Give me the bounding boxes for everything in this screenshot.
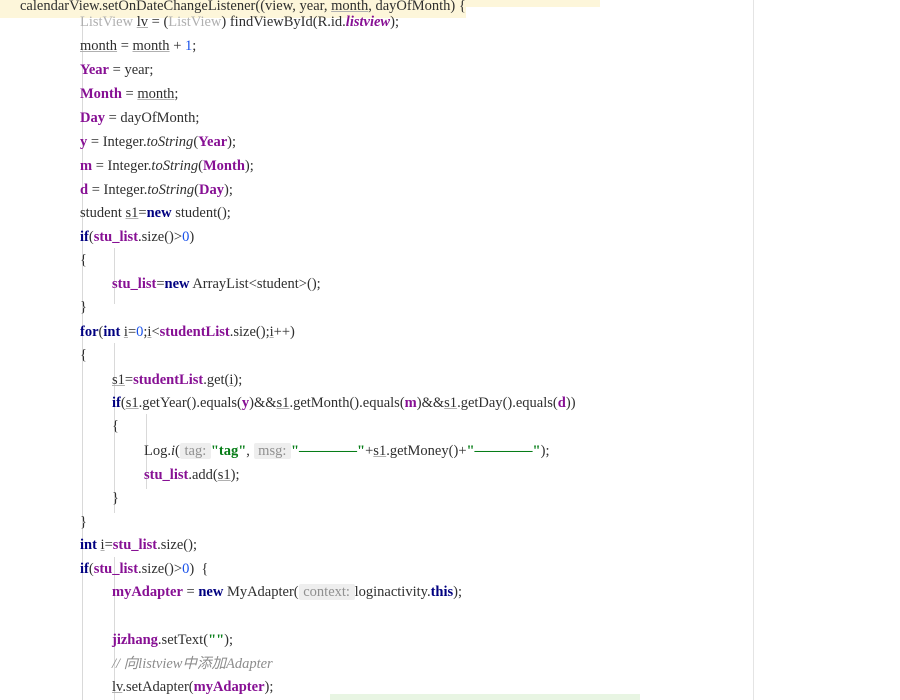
code-line[interactable]: Log.i( tag: "tag", msg: "————"+s1.getMon… bbox=[0, 439, 549, 463]
code-line[interactable] bbox=[0, 604, 112, 628]
code-line[interactable]: lv.setAdapter(myAdapter); bbox=[0, 675, 273, 699]
empty-right-pane bbox=[754, 0, 900, 700]
code-line[interactable]: { bbox=[0, 343, 87, 367]
code-line[interactable]: myAdapter = new MyAdapter( context: logi… bbox=[0, 580, 462, 604]
code-line[interactable]: { bbox=[0, 248, 87, 272]
code-line[interactable]: student s1=new student(); bbox=[0, 201, 231, 225]
code-line[interactable]: } bbox=[0, 510, 87, 534]
code-line[interactable]: m = Integer.toString(Month); bbox=[0, 154, 254, 178]
search-match-highlight bbox=[330, 694, 640, 700]
code-line[interactable]: jizhang.setText(""); bbox=[0, 628, 233, 652]
code-line[interactable]: stu_list.add(s1); bbox=[0, 463, 240, 487]
code-line[interactable]: s1=studentList.get(i); bbox=[0, 368, 242, 392]
code-line[interactable]: int i=stu_list.size(); bbox=[0, 533, 197, 557]
code-line[interactable]: } bbox=[0, 295, 87, 319]
code-line[interactable]: d = Integer.toString(Day); bbox=[0, 178, 233, 202]
code-line[interactable]: { bbox=[0, 414, 119, 438]
code-line[interactable]: month = month + 1; bbox=[0, 34, 196, 58]
code-line[interactable]: } bbox=[0, 486, 119, 510]
code-line[interactable]: if(stu_list.size()>0) bbox=[0, 225, 194, 249]
code-line[interactable]: Year = year; bbox=[0, 58, 153, 82]
code-line[interactable]: Month = month; bbox=[0, 82, 178, 106]
code-line[interactable]: if(stu_list.size()>0) { bbox=[0, 557, 208, 581]
code-line[interactable]: stu_list=new ArrayList<student>(); bbox=[0, 272, 321, 296]
code-line[interactable]: ListView lv = (ListView) findViewById(R.… bbox=[0, 10, 399, 34]
code-line[interactable]: Day = dayOfMonth; bbox=[0, 106, 199, 130]
code-line[interactable]: y = Integer.toString(Year); bbox=[0, 130, 236, 154]
code-editor-window: calendarView.setOnDateChangeListener((vi… bbox=[0, 0, 900, 700]
code-line[interactable]: // 向listview中添加Adapter bbox=[0, 652, 273, 676]
code-line[interactable]: for(int i=0;i<studentList.size();i++) bbox=[0, 320, 295, 344]
code-line[interactable]: if(s1.getYear().equals(y)&&s1.getMonth()… bbox=[0, 391, 576, 415]
code-editor-viewport[interactable]: calendarView.setOnDateChangeListener((vi… bbox=[0, 0, 753, 700]
